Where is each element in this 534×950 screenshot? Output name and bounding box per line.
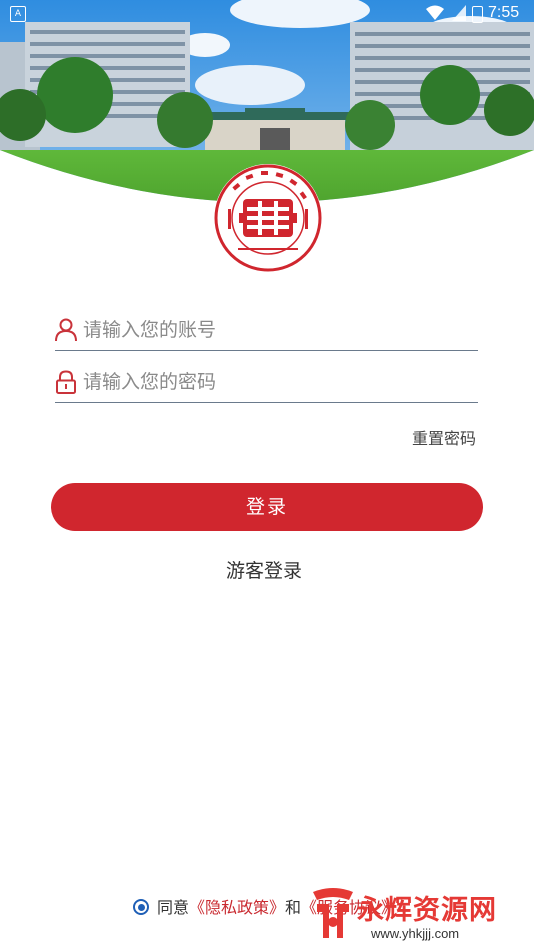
password-input[interactable] <box>83 366 473 398</box>
account-input[interactable] <box>83 314 473 346</box>
password-field <box>55 364 478 403</box>
watermark-url: www.yhkjjj.com <box>371 926 460 941</box>
lock-icon <box>56 370 76 394</box>
watermark-logo-icon <box>313 888 353 938</box>
battery-icon <box>472 6 483 23</box>
signal-icon <box>452 5 466 21</box>
guest-login-link[interactable]: 游客登录 <box>226 556 302 583</box>
agree-text: 同意 <box>157 898 190 917</box>
agree-radio[interactable] <box>133 899 149 915</box>
account-field <box>55 312 478 351</box>
user-icon <box>55 318 77 342</box>
and-text: 和 <box>285 898 302 917</box>
watermark-title: 永辉资源网 <box>357 895 497 926</box>
notification-icon: A <box>10 6 26 22</box>
wifi-icon <box>426 5 444 20</box>
watermark: 永辉资源网 www.yhkjjj.com <box>305 880 534 950</box>
login-button[interactable]: 登录 <box>51 483 483 531</box>
college-logo <box>214 164 322 272</box>
status-bar: A 7:55 <box>0 0 534 28</box>
reset-password-link[interactable]: 重置密码 <box>412 425 476 449</box>
privacy-policy-link[interactable]: 《隐私政策》 <box>189 898 285 917</box>
status-time: 7:55 <box>488 4 520 21</box>
